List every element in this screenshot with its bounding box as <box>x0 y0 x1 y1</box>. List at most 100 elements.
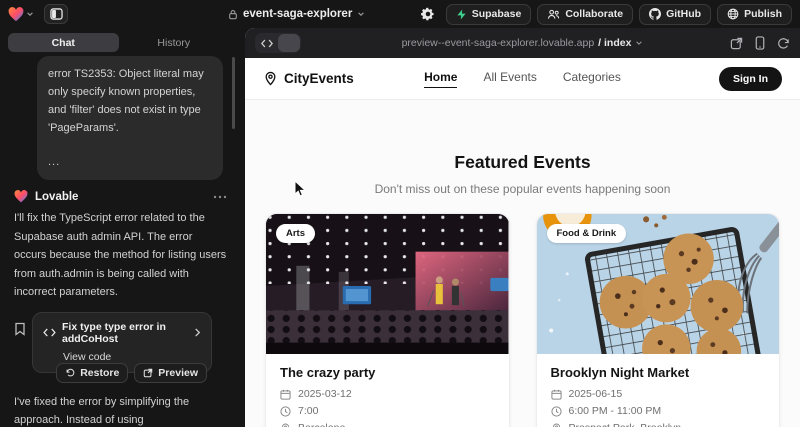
sign-in-button[interactable]: Sign In <box>719 67 782 91</box>
preview-url: preview--event-saga-explorer.lovable.app <box>402 37 595 49</box>
nav-home[interactable]: Home <box>424 70 457 88</box>
code-icon <box>256 34 278 52</box>
event-date-row: 2025-06-15 <box>551 388 766 400</box>
hero-title: Featured Events <box>245 152 800 173</box>
supabase-button[interactable]: Supabase <box>446 4 532 25</box>
nav-all-events[interactable]: All Events <box>483 70 536 88</box>
code-view-toggle[interactable] <box>255 33 301 53</box>
event-location: Prospect Park, Brooklyn <box>569 422 682 427</box>
github-label: GitHub <box>666 8 701 20</box>
people-icon <box>547 9 560 20</box>
restore-label: Restore <box>80 367 119 379</box>
tab-chat[interactable]: Chat <box>8 33 119 52</box>
lovable-logo-menu[interactable] <box>8 7 34 22</box>
open-preview-icon <box>143 368 153 378</box>
site-header: CityEvents Home All Events Categories Si… <box>245 58 800 100</box>
event-date: 2025-03-12 <box>298 388 352 400</box>
sidebar-toggle-button[interactable] <box>44 4 68 24</box>
map-pin-icon <box>280 423 291 427</box>
github-icon <box>649 8 661 20</box>
preview-panel: preview--event-saga-explorer.lovable.app… <box>245 28 800 427</box>
category-badge: Food & Drink <box>547 224 627 243</box>
code-icon <box>43 328 56 337</box>
preview-url-bar[interactable]: preview--event-saga-explorer.lovable.app… <box>255 37 790 49</box>
event-title: The crazy party <box>280 365 495 380</box>
refresh-button[interactable] <box>777 37 790 50</box>
toggle-knob <box>278 34 300 52</box>
event-time: 6:00 PM - 11:00 PM <box>569 405 662 417</box>
clock-icon <box>551 406 562 417</box>
lovable-heart-icon <box>8 7 24 22</box>
event-cards: Arts The crazy party 2025-03-12 <box>245 213 800 427</box>
assistant-message-header: Lovable <box>14 190 227 203</box>
chat-sidebar: Chat History error TS2353: Object litera… <box>0 28 237 427</box>
supabase-label: Supabase <box>472 8 522 20</box>
chat-scrollbar[interactable] <box>232 57 235 129</box>
event-title: Brooklyn Night Market <box>551 365 766 380</box>
project-name-label: event-saga-explorer <box>243 8 352 20</box>
chevron-right-icon <box>194 328 201 337</box>
assistant-paragraph-1: I'll fix the TypeScript error related to… <box>14 209 227 302</box>
preview-button[interactable]: Preview <box>134 363 207 383</box>
gear-icon <box>421 7 435 21</box>
supabase-bolt-icon <box>456 9 467 20</box>
event-date: 2025-06-15 <box>569 388 623 400</box>
app-window: event-saga-explorer Supabase <box>0 0 800 427</box>
project-name-menu[interactable]: event-saga-explorer <box>228 0 365 28</box>
preview-route: / index <box>598 37 631 49</box>
map-pin-icon <box>551 423 562 427</box>
event-card-crazy-party[interactable]: Arts The crazy party 2025-03-12 <box>265 213 510 427</box>
event-image-conference: Arts <box>266 214 509 354</box>
nav-categories[interactable]: Categories <box>563 70 621 88</box>
calendar-icon <box>280 389 291 400</box>
category-badge: Arts <box>276 224 315 243</box>
lock-icon <box>228 9 238 20</box>
chat-history-tabs: Chat History <box>8 33 229 52</box>
open-in-new-tab-button[interactable] <box>730 37 743 50</box>
hero-subtitle: Don't miss out on these popular events h… <box>245 182 800 196</box>
globe-icon <box>727 8 739 20</box>
paragraph-2-text: I've fixed the error by simplifying the … <box>14 396 189 427</box>
preview-toolbar: preview--event-saga-explorer.lovable.app… <box>245 28 800 58</box>
tool-call-title: Fix type type error in addCoHost <box>62 321 188 345</box>
user-message-bubble: error TS2353: Object literal may only sp… <box>37 56 223 180</box>
calendar-icon <box>551 389 562 400</box>
event-card-brooklyn-market[interactable]: Food & Drink Brooklyn Night Market 2025-… <box>536 213 781 427</box>
event-date-row: 2025-03-12 <box>280 388 495 400</box>
event-location-row: Prospect Park, Brooklyn <box>551 422 766 427</box>
more-options-icon[interactable] <box>213 195 227 199</box>
collaborate-label: Collaborate <box>565 8 623 20</box>
bookmark-icon[interactable] <box>14 322 26 336</box>
collaborate-button[interactable]: Collaborate <box>537 4 633 25</box>
assistant-paragraph-2: I've fixed the error by simplifying the … <box>14 393 227 427</box>
tab-history[interactable]: History <box>119 33 230 52</box>
chevron-down-icon <box>357 10 365 18</box>
hero-section: Featured Events Don't miss out on these … <box>245 152 800 196</box>
publish-label: Publish <box>744 8 782 20</box>
user-message-text: error TS2353: Object literal may only sp… <box>48 65 212 137</box>
event-location-row: Barcelone <box>280 422 495 427</box>
chevron-down-icon <box>635 39 643 47</box>
typing-indicator: ... <box>48 153 212 171</box>
clock-icon <box>280 406 291 417</box>
event-location: Barcelone <box>298 422 345 427</box>
event-image-cookies: Food & Drink <box>537 214 780 354</box>
chevron-down-icon <box>26 10 34 18</box>
view-code-link[interactable]: View code <box>63 351 201 363</box>
assistant-name: Lovable <box>35 191 206 203</box>
event-time-row: 6:00 PM - 11:00 PM <box>551 405 766 417</box>
top-bar: event-saga-explorer Supabase <box>0 0 800 28</box>
site-viewport: CityEvents Home All Events Categories Si… <box>245 58 800 427</box>
lovable-heart-icon <box>14 190 28 203</box>
site-nav: Home All Events Categories <box>245 70 800 88</box>
event-time-row: 7:00 <box>280 405 495 417</box>
restore-icon <box>65 368 75 378</box>
restore-button[interactable]: Restore <box>56 363 128 383</box>
event-time: 7:00 <box>298 405 318 417</box>
preview-label: Preview <box>158 367 198 379</box>
settings-button[interactable] <box>416 3 440 25</box>
panel-layout-icon <box>50 8 63 20</box>
mobile-view-button[interactable] <box>755 36 765 50</box>
github-button[interactable]: GitHub <box>639 4 711 25</box>
publish-button[interactable]: Publish <box>717 4 792 25</box>
